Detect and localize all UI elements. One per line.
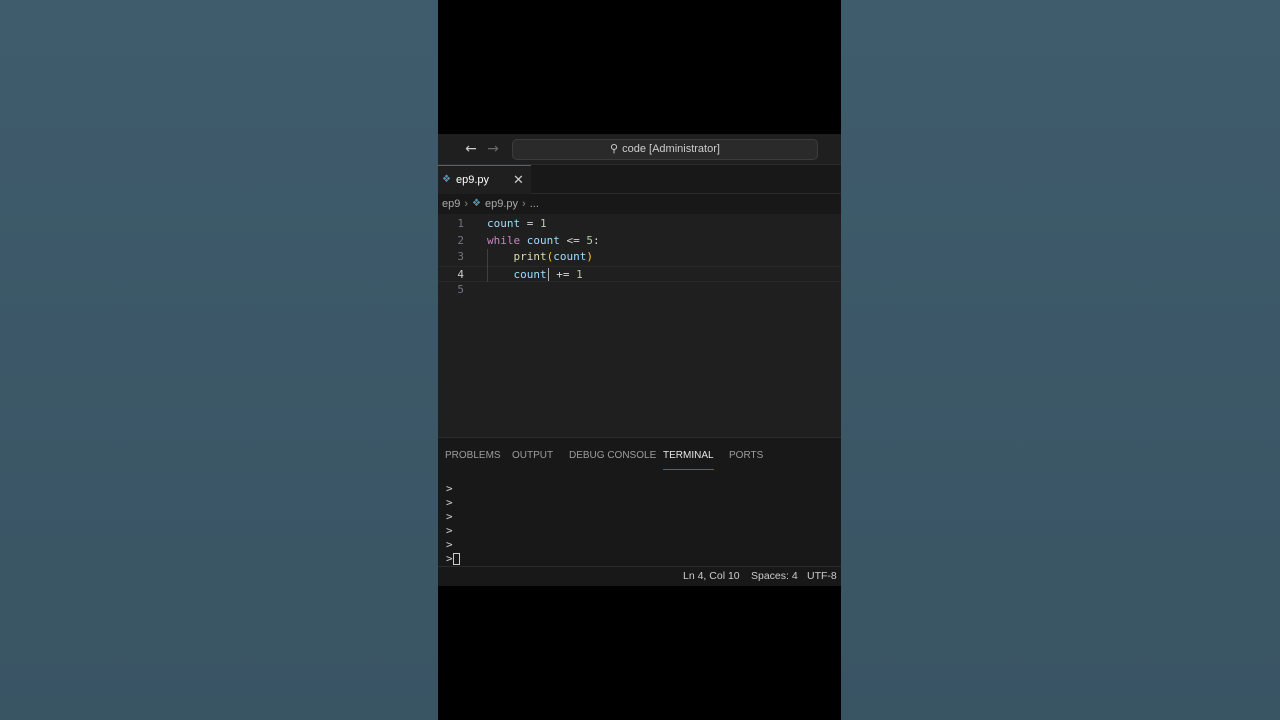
- code-token: +=: [549, 267, 577, 281]
- backdrop-right: [841, 0, 1280, 720]
- code-token: <=: [559, 233, 587, 247]
- terminal-line: >: [446, 496, 453, 509]
- tab-problems[interactable]: PROBLEMS: [445, 448, 501, 470]
- code-line[interactable]: 4 count += 1: [438, 265, 841, 284]
- breadcrumb: ep9 › ❖ ep9.py ›...: [442, 196, 539, 212]
- video-frame: ← → ⚲ code [Administrator] ❖ ep9.py ✕ ep9…: [438, 0, 841, 720]
- code-token: 1: [576, 267, 583, 281]
- search-icon: ⚲: [610, 143, 619, 155]
- breadcrumb-more[interactable]: ...: [530, 196, 539, 212]
- terminal-cursor: [452, 553, 460, 565]
- status-bar: Ln 4, Col 10 Spaces: 4 UTF-8: [438, 566, 841, 586]
- chevron-right-icon: ›: [464, 198, 469, 210]
- vscode-window: ← → ⚲ code [Administrator] ❖ ep9.py ✕ ep9…: [438, 134, 841, 586]
- arrow-left-icon[interactable]: ←: [462, 140, 480, 158]
- code-token: while: [487, 233, 521, 247]
- bottom-panel: PROBLEMS OUTPUT DEBUG CONSOLE TERMINAL P…: [438, 437, 841, 566]
- title-bar: ← → ⚲ code [Administrator]: [438, 134, 841, 165]
- text-cursor: [547, 268, 549, 281]
- tab-output[interactable]: OUTPUT: [512, 448, 553, 470]
- terminal-line: >: [446, 510, 453, 523]
- code-token: ): [586, 250, 593, 263]
- status-encoding[interactable]: UTF-8: [807, 567, 837, 586]
- line-number: 5: [457, 283, 464, 296]
- python-file-icon: ❖: [472, 198, 481, 209]
- code-line[interactable]: 1 count = 1: [438, 216, 841, 233]
- terminal-line: >: [446, 538, 453, 551]
- command-center-search[interactable]: ⚲ code [Administrator]: [512, 139, 818, 160]
- breadcrumb-file[interactable]: ep9.py: [485, 196, 518, 212]
- terminal-prompt-symbol: >: [446, 552, 453, 565]
- code-token: count: [513, 267, 547, 281]
- tab-ep9-py[interactable]: ❖ ep9.py ✕: [438, 165, 531, 194]
- code-line[interactable]: 2 while count <= 5:: [438, 233, 841, 250]
- code-line[interactable]: 3 print(count): [438, 249, 841, 266]
- search-label: code [Administrator]: [622, 143, 720, 155]
- terminal-prompt[interactable]: >: [446, 552, 460, 566]
- code-token: count: [526, 233, 560, 247]
- status-cursor-position[interactable]: Ln 4, Col 10: [683, 567, 740, 586]
- code-text: count += 1: [487, 267, 583, 284]
- tab-debug-console[interactable]: DEBUG CONSOLE: [569, 448, 656, 470]
- close-icon[interactable]: ✕: [513, 166, 524, 194]
- tab-label: ep9.py: [456, 174, 490, 186]
- terminal-line: >: [446, 482, 453, 495]
- code-token: count: [487, 217, 521, 230]
- line-number: 3: [457, 250, 464, 263]
- arrow-right-icon[interactable]: →: [484, 140, 502, 158]
- line-number: 2: [457, 233, 464, 247]
- backdrop-left: [0, 0, 438, 720]
- line-number: 1: [457, 217, 464, 230]
- code-text: print(count): [487, 249, 594, 266]
- line-number: 4: [457, 267, 464, 281]
- code-token: =: [520, 217, 540, 230]
- code-token: 5: [586, 233, 593, 247]
- terminal-line: >: [446, 524, 453, 537]
- status-indentation[interactable]: Spaces: 4: [751, 567, 798, 586]
- tab-ports[interactable]: PORTS: [729, 448, 763, 470]
- breadcrumb-folder[interactable]: ep9: [442, 196, 460, 212]
- code-token: print: [513, 250, 547, 263]
- indent-guide: [487, 249, 488, 282]
- python-file-icon: ❖: [442, 174, 451, 185]
- code-token: 1: [540, 217, 547, 230]
- editor-tab-bar: ❖ ep9.py ✕: [438, 165, 841, 194]
- code-text: while count <= 5:: [487, 233, 600, 250]
- code-text: count = 1: [487, 216, 547, 233]
- code-editor[interactable]: 1 count = 1 2 while count <= 5: 3 print(coun…: [438, 214, 841, 437]
- chevron-right-icon: ›: [522, 198, 526, 210]
- code-line[interactable]: 5: [438, 282, 841, 299]
- code-token: count: [553, 250, 587, 263]
- code-token: :: [593, 233, 600, 247]
- tab-terminal[interactable]: TERMINAL: [663, 448, 714, 470]
